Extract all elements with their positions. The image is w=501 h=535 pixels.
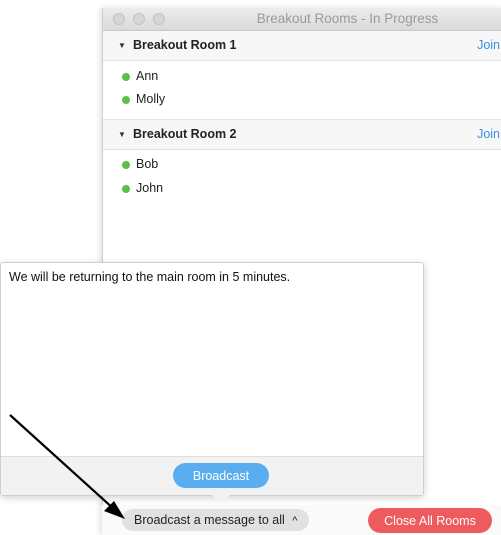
window-title: Breakout Rooms - In Progress [256,11,439,26]
online-status-icon [122,161,130,169]
online-status-icon [122,185,130,193]
participant-name: Molly [136,92,166,106]
room-header-2[interactable]: ▼ Breakout Room 2 Join [103,120,501,150]
popup-pointer [212,495,230,504]
disclosure-triangle-icon[interactable]: ▼ [118,130,126,139]
join-room-1-link[interactable]: Join [477,38,500,52]
close-all-rooms-button[interactable]: Close All Rooms [368,508,492,533]
join-room-2-link[interactable]: Join [477,127,500,141]
participant-name: Ann [136,69,159,83]
broadcast-toggle-label: Broadcast a message to all [134,513,285,527]
chevron-up-icon: ^ [292,515,298,527]
online-status-icon [122,73,130,81]
broadcast-button[interactable]: Broadcast [173,463,269,488]
participant-name: Bob [136,157,159,171]
title-bar: Breakout Rooms - In Progress [103,8,501,31]
broadcast-toggle-button[interactable]: Broadcast a message to all ^ [122,509,310,531]
participant-name: John [136,181,164,195]
broadcast-message-input[interactable]: We will be returning to the main room in… [9,270,419,450]
room-name: Breakout Room 2 [133,127,237,141]
popup-footer: Broadcast [1,456,423,495]
room-header-1[interactable]: ▼ Breakout Room 1 Join [103,31,501,61]
disclosure-triangle-icon[interactable]: ▼ [118,41,126,50]
broadcast-message-popup: We will be returning to the main room in… [0,262,424,496]
room-name: Breakout Room 1 [133,38,237,52]
online-status-icon [122,96,130,104]
